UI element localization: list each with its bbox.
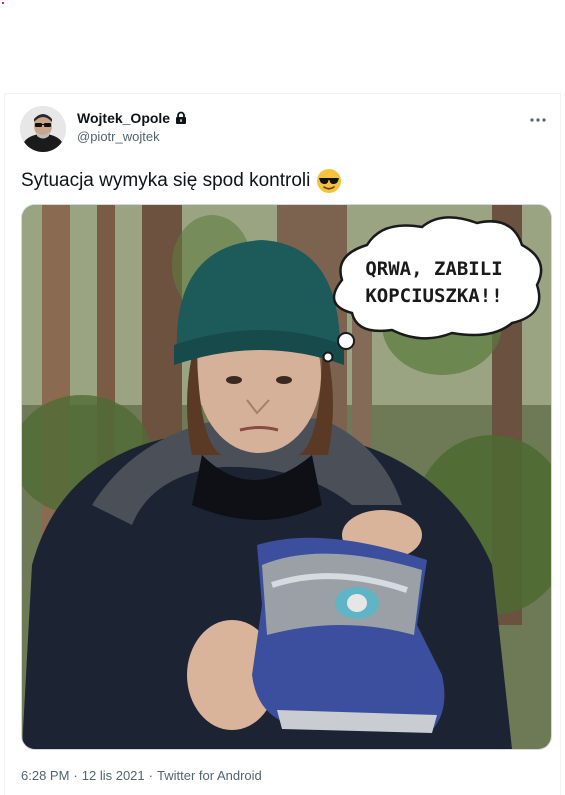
more-icon — [530, 118, 546, 122]
tweet-source[interactable]: Twitter for Android — [157, 768, 262, 783]
timestamp-row: 6:28 PM · 12 lis 2021 · Twitter for Andr… — [21, 768, 262, 783]
corner-marker — [2, 2, 4, 4]
tweet-date[interactable]: 12 lis 2021 — [82, 768, 145, 783]
tweet-time[interactable]: 6:28 PM — [21, 768, 69, 783]
display-name[interactable]: Wojtek_Opole — [77, 110, 170, 126]
bubble-text-line2: KOPCIUSZKA!! — [365, 285, 502, 307]
lock-icon — [174, 111, 188, 125]
author-block: Wojtek_Opole @piotr_wojtek — [77, 110, 188, 144]
separator: · — [148, 768, 153, 783]
meme-image: QRWA, ZABILI KOPCIUSZKA!! — [22, 205, 551, 749]
handle[interactable]: @piotr_wojtek — [77, 129, 188, 144]
sunglasses-emoji-icon — [316, 168, 342, 194]
tweet-photo[interactable]: QRWA, ZABILI KOPCIUSZKA!! — [21, 204, 552, 750]
display-name-row: Wojtek_Opole — [77, 110, 188, 126]
tweet-card[interactable]: Wojtek_Opole @piotr_wojtek Sytuacja wymy… — [4, 93, 561, 795]
bubble-text-line1: QRWA, ZABILI — [365, 258, 502, 280]
tweet-text-body: Sytuacja wymyka się spod kontroli — [21, 170, 311, 191]
separator: · — [73, 768, 78, 783]
more-button[interactable] — [526, 108, 550, 132]
avatar-image — [20, 106, 66, 152]
tweet-text: Sytuacja wymyka się spod kontroli — [21, 168, 342, 194]
avatar[interactable] — [20, 106, 66, 152]
